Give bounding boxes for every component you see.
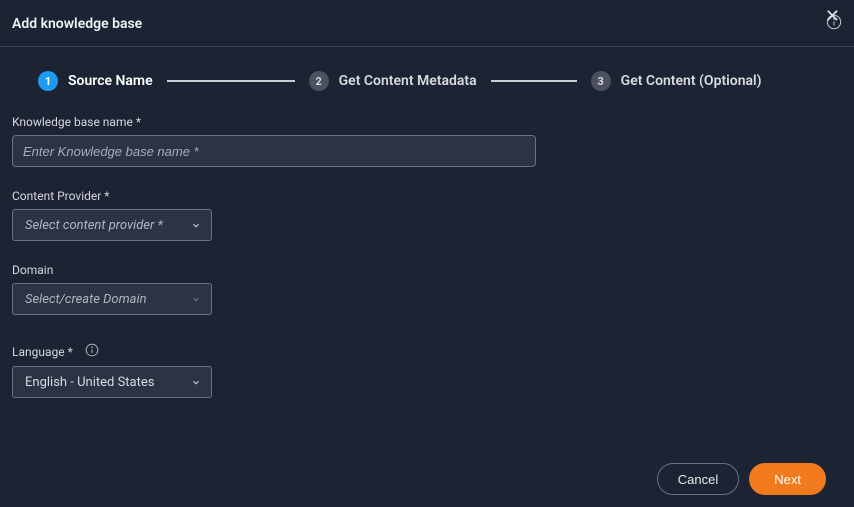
content-provider-label: Content Provider * (12, 189, 842, 203)
field-domain: Domain Select/create Domain (12, 263, 842, 315)
language-value: English - United States (25, 375, 154, 390)
language-label: Language * (12, 345, 73, 359)
field-language: Language * English - United States (12, 343, 842, 398)
kb-name-input[interactable] (12, 135, 536, 167)
chevron-down-icon (191, 216, 201, 235)
step-source-name: 1 Source Name (38, 71, 153, 91)
close-icon[interactable]: ✕ (825, 8, 840, 26)
content-provider-value: Select content provider * (25, 218, 163, 233)
content-provider-select[interactable]: Select content provider * (12, 209, 212, 241)
field-content-provider: Content Provider * Select content provid… (12, 189, 842, 241)
language-label-row: Language * (12, 343, 842, 360)
step-get-content-metadata: 2 Get Content Metadata (309, 71, 477, 91)
step-connector (491, 80, 577, 82)
step-number: 3 (591, 71, 611, 91)
domain-value: Select/create Domain (25, 292, 147, 307)
domain-label: Domain (12, 263, 842, 277)
stepper: 1 Source Name 2 Get Content Metadata 3 G… (0, 47, 854, 109)
info-icon[interactable] (85, 343, 99, 360)
form: Knowledge base name * Content Provider *… (0, 109, 854, 398)
language-select[interactable]: English - United States (12, 366, 212, 398)
step-number: 1 (38, 71, 58, 91)
step-get-content-optional: 3 Get Content (Optional) (591, 71, 762, 91)
step-label: Get Content (Optional) (621, 73, 762, 89)
step-label: Source Name (68, 73, 153, 89)
step-connector (167, 80, 295, 82)
field-kb-name: Knowledge base name * (12, 115, 842, 167)
kb-name-label: Knowledge base name * (12, 115, 842, 129)
dialog-header: Add knowledge base (0, 0, 854, 47)
cancel-button[interactable]: Cancel (657, 463, 739, 495)
chevron-down-icon (191, 290, 201, 309)
next-button[interactable]: Next (749, 463, 826, 495)
chevron-down-icon (191, 373, 201, 392)
domain-select[interactable]: Select/create Domain (12, 283, 212, 315)
dialog-title: Add knowledge base (12, 16, 142, 32)
step-number: 2 (309, 71, 329, 91)
step-label: Get Content Metadata (339, 73, 477, 89)
dialog-footer: Cancel Next (657, 463, 826, 495)
